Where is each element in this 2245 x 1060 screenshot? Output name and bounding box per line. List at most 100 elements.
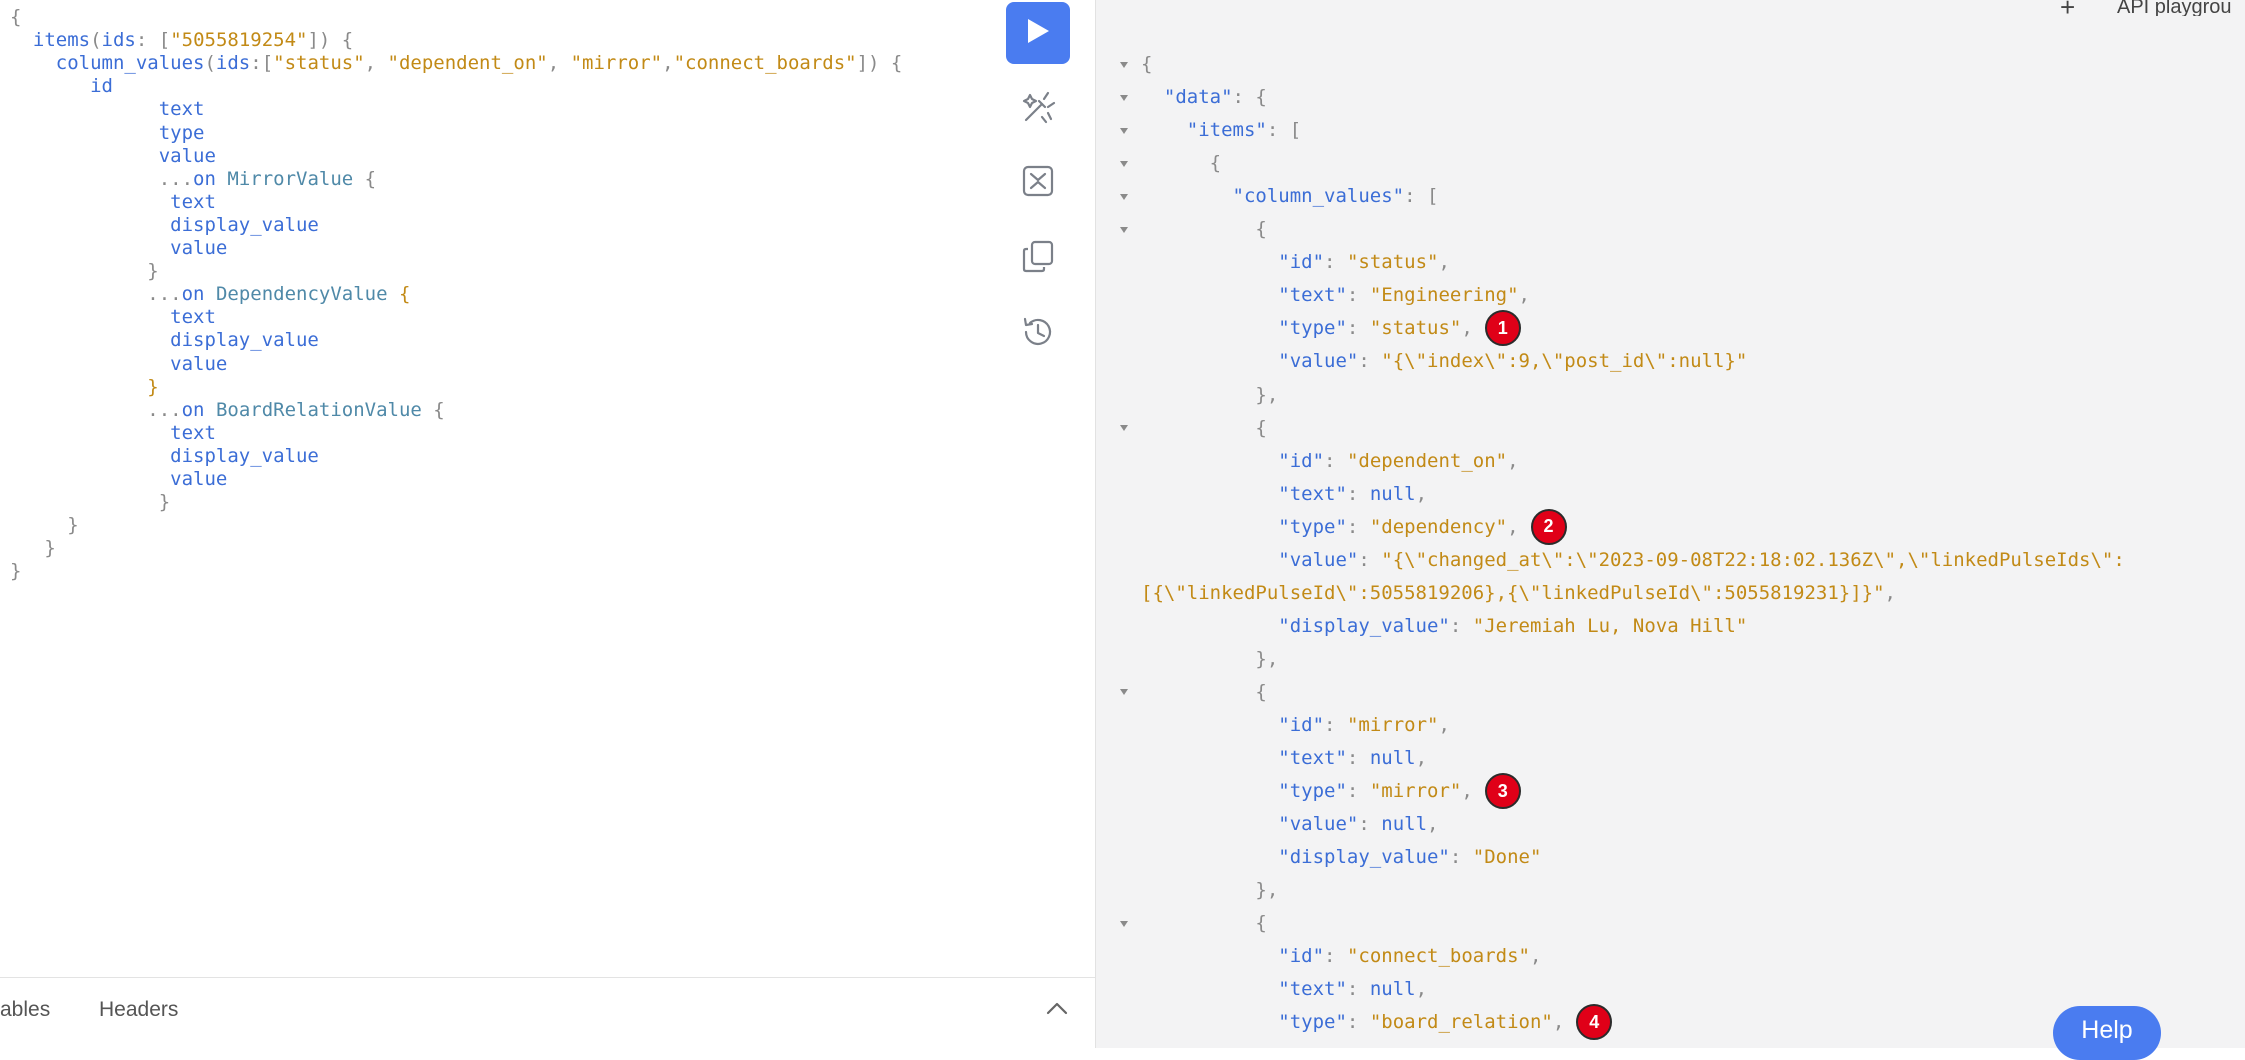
result-line-token: : { <box>1232 86 1267 109</box>
result-line: }, <box>1141 874 1278 907</box>
help-button[interactable]: Help <box>2053 1006 2161 1060</box>
playground-title: API playgrou <box>2117 0 2232 16</box>
result-line-token <box>1141 483 1278 505</box>
copy-query-button[interactable] <box>1016 236 1060 280</box>
result-line-token: , <box>1507 449 1519 472</box>
query-line-token: } <box>10 560 22 583</box>
result-line: "text": null, <box>1141 973 1427 1006</box>
result-line-token: "Done" <box>1472 846 1542 869</box>
result-line-token <box>1141 714 1278 736</box>
result-line: "type": "dependency", <box>1141 511 1519 544</box>
query-line-token: "dependent_on" <box>387 52 548 75</box>
result-line: "value": null, <box>1141 808 1438 841</box>
collapse-triangle-icon[interactable] <box>1118 412 1130 445</box>
result-line-token: "status" <box>1346 251 1439 274</box>
tab-headers[interactable]: Headers <box>99 998 178 1022</box>
annotation-badge-1: 1 <box>1484 310 1521 347</box>
query-line: } <box>10 555 21 588</box>
result-line-token: : <box>1324 251 1347 274</box>
collapse-triangle-icon[interactable] <box>1118 180 1130 213</box>
result-line: { <box>1141 147 1221 180</box>
play-icon <box>1025 17 1051 49</box>
result-line-token: : <box>1346 780 1370 803</box>
result-line-token: , <box>1507 515 1519 538</box>
result-line-token: : <box>1324 714 1347 736</box>
collapse-triangle-icon[interactable] <box>1118 48 1130 81</box>
collapse-triangle-icon[interactable] <box>1118 213 1130 246</box>
collapse-triangle-icon[interactable] <box>1118 907 1130 940</box>
result-line-token: "mirror" <box>1346 714 1439 736</box>
annotation-badge-4: 4 <box>1576 1004 1613 1041</box>
result-line-token: "{\"changed_at\":\"2023-09-08T22:18:02.1… <box>1381 548 2125 571</box>
query-line-token: , <box>547 52 571 75</box>
result-line-token: null <box>1381 813 1428 836</box>
query-editor[interactable]: { items(ids: ["5055819254"]) { column_va… <box>0 0 1095 977</box>
result-line-token: null <box>1369 978 1416 1001</box>
run-query-button[interactable] <box>1006 2 1070 64</box>
collapse-triangle-icon[interactable] <box>1118 676 1130 709</box>
result-line-token: }, <box>1141 647 1279 670</box>
prettify-button[interactable] <box>1016 87 1060 131</box>
result-line-token: : [ <box>1404 185 1439 208</box>
query-line-token: ( <box>204 52 216 75</box>
result-line-token: : [ <box>1266 119 1302 142</box>
result-line-token: [{\"linkedPulseId\":5055819206},{\"linke… <box>1141 581 1885 604</box>
collapse-panel-button[interactable] <box>1041 994 1073 1026</box>
result-line-token: "column_values" <box>1232 185 1405 208</box>
result-line-token: , <box>1415 747 1428 770</box>
result-line-token: , <box>1415 482 1428 505</box>
result-line: "id": "connect_boards", <box>1141 940 1541 973</box>
result-line-token: }, <box>1141 383 1279 406</box>
result-line-token: "type" <box>1278 1011 1347 1034</box>
query-line-token: , <box>364 52 388 75</box>
query-line-token: { <box>398 283 411 306</box>
result-line-token: "mirror" <box>1369 780 1462 803</box>
result-line-token <box>1141 780 1278 802</box>
result-line-token: "text" <box>1278 978 1347 1001</box>
merge-fragments-button[interactable] <box>1016 161 1060 205</box>
result-line: "id": "dependent_on", <box>1141 445 1519 478</box>
result-line-token: "text" <box>1278 284 1347 307</box>
result-line-token <box>1141 86 1164 108</box>
result-line: "type": "status", <box>1141 312 1473 345</box>
query-line-token: { <box>353 167 377 190</box>
result-line: "display_value": "Done" <box>1141 841 1541 874</box>
result-line: }, <box>1141 379 1278 412</box>
copy-icon <box>1018 236 1058 280</box>
history-button[interactable] <box>1016 312 1060 356</box>
collapse-triangle-icon[interactable] <box>1118 147 1130 180</box>
result-line-token: "Engineering" <box>1369 284 1519 307</box>
result-line-token <box>1141 1011 1278 1033</box>
result-line: [{\"linkedPulseId\":5055819206},{\"linke… <box>1141 577 1896 610</box>
result-line-token: , <box>1438 251 1450 274</box>
chevron-up-icon <box>1046 1001 1068 1020</box>
result-line: "data": { <box>1141 81 1267 114</box>
query-line-token: { <box>421 398 445 421</box>
result-line-token: null <box>1369 482 1416 505</box>
result-line-token: "board_relation" <box>1369 1011 1553 1034</box>
result-line-token: : <box>1346 317 1370 340</box>
merge-fragments-icon <box>1018 161 1058 205</box>
result-line-token: "status" <box>1369 317 1462 340</box>
result-line-token <box>1141 615 1278 637</box>
result-line-token: "type" <box>1278 780 1347 803</box>
result-line-token <box>1141 945 1278 967</box>
result-line-token: "id" <box>1278 449 1325 472</box>
result-line: "display_value": "Jeremiah Lu, Nova Hill… <box>1141 610 1747 643</box>
result-line: "value": "{\"changed_at\":\"2023-09-08T2… <box>1141 544 2125 577</box>
tab-variables[interactable]: ables <box>0 998 50 1022</box>
query-line-token: ids <box>215 52 251 75</box>
result-line-token: { <box>1141 53 1153 75</box>
add-tab-button[interactable]: + <box>2060 0 2075 22</box>
result-line-token <box>1141 549 1278 571</box>
query-line-token: MirrorValue <box>227 167 354 190</box>
collapse-triangle-icon[interactable] <box>1118 81 1130 114</box>
result-line-token: : <box>1324 945 1347 968</box>
collapse-triangle-icon[interactable] <box>1118 114 1130 147</box>
magic-wand-icon <box>1018 87 1058 131</box>
result-line-token: : <box>1358 350 1382 373</box>
query-line-token: ]) { <box>856 52 903 75</box>
query-line-token: DependencyValue <box>215 283 388 306</box>
result-line-token <box>1141 516 1278 538</box>
result-line-token: "data" <box>1163 86 1233 109</box>
